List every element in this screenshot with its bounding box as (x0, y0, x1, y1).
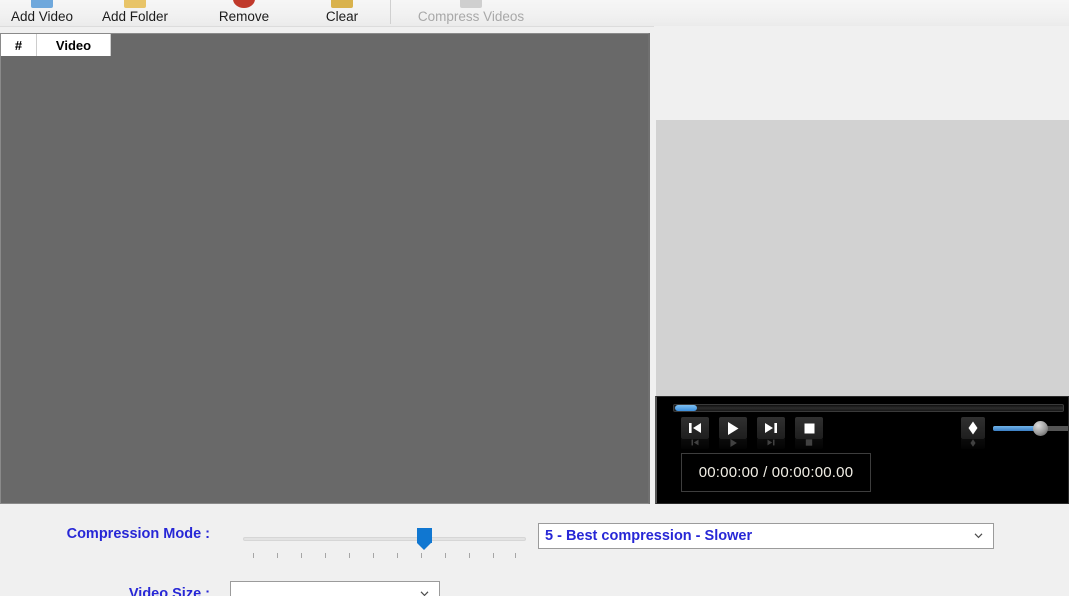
volume-button[interactable] (961, 417, 985, 449)
play-reflection (719, 439, 747, 449)
compress-videos-icon (460, 0, 482, 8)
toolbar-label-add-video: Add Video (10, 9, 74, 24)
video-list-body[interactable] (1, 56, 648, 503)
toolbar-button-add-video[interactable]: Add Video (6, 0, 78, 26)
video-preview-area[interactable] (656, 120, 1069, 396)
toolbar-label-compress-videos: Compress Videos (417, 9, 525, 24)
compression-mode-slider-ticks (243, 553, 526, 559)
video-size-row: Video Size : (0, 563, 1069, 596)
settings-panel: Compression Mode : 5 - Best compression … (0, 505, 1069, 596)
add-folder-icon (124, 0, 146, 8)
compression-mode-dropdown[interactable]: 5 - Best compression - Slower (538, 523, 994, 549)
play-icon (719, 417, 747, 439)
video-size-dropdown[interactable] (230, 581, 440, 596)
remove-icon (233, 0, 255, 8)
chevron-down-icon[interactable] (974, 531, 983, 540)
clear-icon (331, 0, 353, 8)
next-frame-button[interactable] (757, 417, 785, 449)
video-size-label: Video Size : (128, 586, 210, 596)
compression-mode-slider[interactable] (243, 527, 526, 561)
compression-mode-row: Compression Mode : 5 - Best compression … (0, 505, 1069, 558)
stop-button[interactable] (795, 417, 823, 449)
previous-frame-button[interactable] (681, 417, 709, 449)
next-frame-reflection (757, 439, 785, 449)
toolbar-label-add-folder: Add Folder (101, 9, 169, 24)
previous-frame-icon (681, 417, 709, 439)
volume-control (961, 417, 1068, 449)
column-header-video[interactable]: Video (37, 34, 111, 56)
volume-slider[interactable] (993, 417, 1068, 439)
volume-reflection (961, 439, 985, 449)
toolbar-button-clear[interactable]: Clear (320, 0, 364, 26)
video-list-panel[interactable]: # Video (0, 33, 650, 504)
video-list-header: # Video (1, 34, 111, 56)
previous-frame-reflection (681, 439, 709, 449)
main-toolbar: Add Video Add Folder Remove Clear Compre… (0, 0, 1069, 27)
play-button[interactable] (719, 417, 747, 449)
playback-button-group (681, 417, 823, 449)
toolbar-button-remove[interactable]: Remove (213, 0, 275, 26)
time-display: 00:00:00 / 00:00:00.00 (681, 453, 871, 492)
stop-reflection (795, 439, 823, 449)
compression-mode-label: Compression Mode : (66, 526, 210, 542)
volume-icon (961, 417, 985, 439)
toolbar-button-compress-videos[interactable]: Compress Videos (409, 0, 533, 26)
toolbar-label-remove: Remove (218, 9, 270, 24)
next-frame-icon (757, 417, 785, 439)
stop-icon (795, 417, 823, 439)
video-compressor-window: Add Video Add Folder Remove Clear Compre… (0, 0, 1069, 596)
video-player-controls: 00:00:00 / 00:00:00.00 (655, 396, 1069, 504)
toolbar-label-clear: Clear (325, 9, 359, 24)
compression-mode-slider-thumb[interactable] (417, 528, 432, 550)
chevron-down-icon[interactable] (420, 589, 429, 596)
seek-bar-thumb[interactable] (675, 405, 697, 411)
compression-mode-dropdown-value: 5 - Best compression - Slower (545, 528, 753, 544)
seek-bar[interactable] (673, 404, 1064, 412)
column-header-index[interactable]: # (1, 34, 37, 56)
preview-panel-top-filler (654, 26, 1069, 120)
toolbar-separator (390, 0, 391, 24)
volume-slider-knob[interactable] (1033, 421, 1048, 436)
add-video-icon (31, 0, 53, 8)
toolbar-button-add-folder[interactable]: Add Folder (96, 0, 174, 26)
compression-mode-slider-track (243, 537, 526, 541)
